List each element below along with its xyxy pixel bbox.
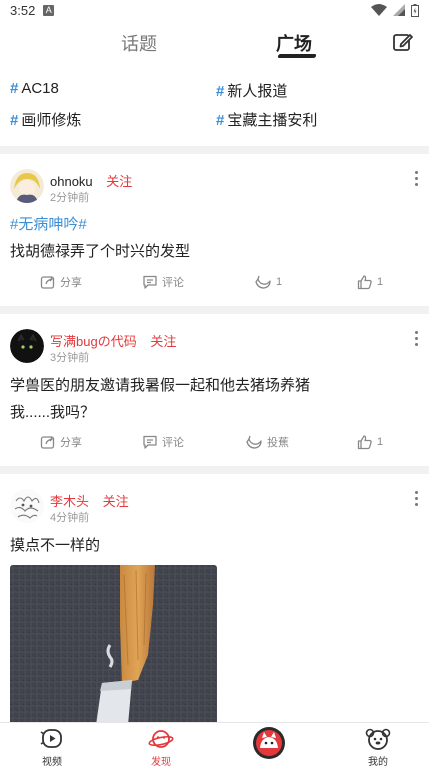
- hash-icon: #: [216, 83, 225, 100]
- tab-topics[interactable]: 话题: [121, 30, 157, 56]
- topic-item[interactable]: # 宝藏主播安利: [216, 109, 317, 130]
- center-mascot-icon: [253, 727, 285, 759]
- author-name[interactable]: 李木头: [50, 494, 89, 509]
- thumbs-up-icon: [357, 275, 372, 290]
- share-icon: [40, 436, 55, 449]
- comment-button[interactable]: 评论: [142, 274, 184, 290]
- post-text: 摸点不一样的: [10, 537, 101, 554]
- hash-icon: #: [10, 80, 19, 97]
- banana-button[interactable]: 1: [254, 274, 282, 290]
- more-options-icon[interactable]: [415, 491, 419, 506]
- share-icon: [40, 276, 55, 289]
- post-image[interactable]: [10, 565, 217, 725]
- follow-button[interactable]: 关注: [106, 174, 132, 189]
- topic-label: 新人报道: [227, 83, 288, 100]
- status-time: 3:52: [10, 2, 36, 18]
- post-text: 我......我吗？: [10, 404, 96, 421]
- post-actions: 分享 评论 1 1: [0, 274, 429, 294]
- banana-label: 投蕉: [267, 437, 289, 449]
- post-time: 3分钟前: [50, 352, 90, 364]
- avatar[interactable]: [10, 169, 44, 203]
- topic-item[interactable]: # AC18: [10, 80, 59, 97]
- post-time: 4分钟前: [50, 512, 90, 524]
- section-divider: [0, 146, 429, 154]
- follow-button[interactable]: 关注: [103, 494, 129, 509]
- banana-count: 1: [276, 276, 283, 288]
- topic-item[interactable]: # 新人报道: [216, 80, 287, 101]
- post-photo: [10, 565, 217, 725]
- author-name[interactable]: ohnoku: [50, 174, 93, 189]
- comment-button[interactable]: 评论: [142, 434, 184, 450]
- post-actions: 分享 评论 投蕉 1: [0, 434, 429, 454]
- edit-icon: [393, 34, 413, 51]
- avatar-image: [10, 329, 44, 363]
- avatar-image: [10, 169, 44, 203]
- post-author-line: ohnoku 关注: [50, 171, 132, 190]
- like-button[interactable]: 1: [357, 434, 383, 450]
- video-icon: [40, 729, 62, 748]
- tab-square[interactable]: 广场: [276, 30, 312, 56]
- bottom-nav-label: 发现: [151, 757, 171, 768]
- notification-badge: A: [43, 4, 55, 16]
- post-time: 2分钟前: [50, 192, 90, 204]
- bottom-nav-label: 我的: [368, 757, 388, 768]
- me-icon: [365, 728, 391, 750]
- share-button[interactable]: 分享: [40, 274, 82, 290]
- more-options-icon[interactable]: [415, 331, 419, 346]
- bottom-nav: 视频 发现 我的: [0, 722, 429, 770]
- bottom-nav-label: 视频: [42, 757, 62, 768]
- like-count: 1: [377, 276, 384, 288]
- post-card: 李木头 关注 4分钟前 摸点不一样的: [0, 474, 429, 725]
- section-divider: [0, 466, 429, 474]
- edit-button[interactable]: [391, 30, 415, 54]
- bottom-nav-video[interactable]: 视频: [22, 727, 82, 768]
- wifi-icon: [371, 4, 387, 16]
- like-count: 1: [377, 436, 384, 448]
- comment-label: 评论: [162, 277, 184, 289]
- status-left: 3:52 A: [10, 2, 55, 18]
- avatar-image: [10, 489, 44, 523]
- bottom-nav-me[interactable]: 我的: [348, 727, 408, 768]
- bottom-nav-center[interactable]: [239, 726, 299, 762]
- section-divider: [0, 306, 429, 314]
- like-button[interactable]: 1: [357, 274, 383, 290]
- topic-label: 宝藏主播安利: [227, 112, 318, 129]
- bottom-nav-discover[interactable]: 发现: [131, 727, 191, 768]
- avatar[interactable]: [10, 489, 44, 523]
- hash-icon: #: [10, 112, 19, 129]
- post-author-line: 写满bugの代码 关注: [50, 331, 176, 350]
- banana-icon: [246, 435, 262, 449]
- top-nav: 话题 广场: [0, 22, 429, 62]
- thumbs-up-icon: [357, 435, 372, 450]
- post-card: 写满bugの代码 关注 3分钟前 学兽医的朋友邀请我暑假一起和他去猪场养猪 我.…: [0, 314, 429, 466]
- post-text: 找胡德禄弄了个时兴的发型: [10, 243, 191, 260]
- share-label: 分享: [60, 277, 82, 289]
- share-button[interactable]: 分享: [40, 434, 82, 450]
- topic-item[interactable]: # 画师修炼: [10, 109, 81, 130]
- share-label: 分享: [60, 437, 82, 449]
- comment-label: 评论: [162, 437, 184, 449]
- topic-label: AC18: [21, 80, 59, 97]
- banana-icon: [255, 275, 271, 289]
- banana-button[interactable]: 投蕉: [245, 434, 289, 450]
- signal-icon: [393, 4, 405, 16]
- comment-icon: [143, 275, 157, 289]
- status-right: [371, 3, 419, 17]
- more-options-icon[interactable]: [415, 171, 419, 186]
- discover-planet-icon: [148, 730, 174, 748]
- post-author-line: 李木头 关注: [50, 491, 129, 510]
- post-topic-tag[interactable]: #无病呻吟#: [10, 213, 87, 234]
- avatar[interactable]: [10, 329, 44, 363]
- battery-icon: [411, 3, 419, 17]
- comment-icon: [143, 435, 157, 449]
- post-card: ohnoku 关注 2分钟前 #无病呻吟# 找胡德禄弄了个时兴的发型 分享 评论…: [0, 154, 429, 306]
- post-text: 学兽医的朋友邀请我暑假一起和他去猪场养猪: [10, 377, 311, 394]
- topic-label: 画师修炼: [21, 112, 82, 129]
- hash-icon: #: [216, 112, 225, 129]
- follow-button[interactable]: 关注: [150, 334, 176, 349]
- status-bar: 3:52 A: [0, 0, 429, 20]
- author-name[interactable]: 写满bugの代码: [50, 334, 137, 349]
